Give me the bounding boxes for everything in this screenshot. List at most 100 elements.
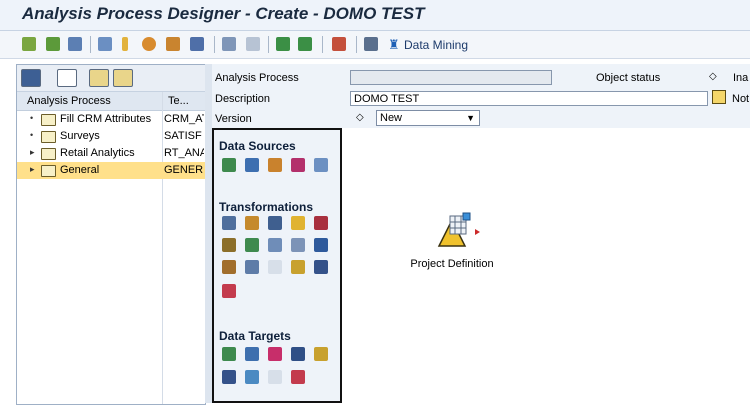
list-icon[interactable] [291, 238, 305, 252]
where-used-icon[interactable] [122, 37, 128, 51]
display-icon[interactable] [68, 37, 82, 51]
export-icon[interactable] [276, 37, 290, 51]
tree-item-label: General [60, 164, 100, 176]
import-icon[interactable] [298, 37, 312, 51]
clock-icon[interactable] [142, 37, 156, 51]
find-next-button[interactable] [113, 69, 133, 87]
transformations-heading: Transformations [219, 200, 314, 214]
clustering-icon[interactable] [314, 260, 328, 274]
target-database-icon[interactable] [245, 347, 259, 361]
folder-icon [41, 148, 56, 160]
description-label: Description [215, 93, 271, 105]
toolbar-separator [214, 36, 215, 53]
new-document-button[interactable] [57, 69, 77, 87]
sort-icon[interactable] [268, 238, 282, 252]
delete-icon[interactable] [222, 284, 236, 298]
variant-icon[interactable] [166, 37, 180, 51]
transpose-icon[interactable] [314, 216, 328, 230]
target-delete-icon[interactable] [291, 370, 305, 384]
analysis-process-label: Analysis Process [215, 72, 299, 84]
tree-item-technical-name: CRM_AT [164, 113, 204, 125]
target-chart-icon[interactable] [268, 370, 282, 384]
tree-header: Analysis Process Te... [17, 92, 205, 111]
tree-item-label: Retail Analytics [60, 147, 135, 159]
check-icon[interactable] [22, 37, 36, 51]
link-icon[interactable] [222, 37, 236, 51]
tree-toolbar [17, 65, 205, 92]
tree-item-label: Fill CRM Attributes [60, 113, 152, 125]
tree-item-surveys[interactable]: • Surveys SATISF [17, 128, 205, 145]
bullet-icon: • [30, 113, 34, 123]
activate-icon[interactable] [46, 37, 60, 51]
object-palette: Data Sources Transformations Data Target… [212, 128, 342, 403]
application-toolbar: ♜ Data Mining [0, 31, 750, 59]
target-model-icon[interactable] [222, 370, 236, 384]
database-table-icon[interactable] [268, 158, 282, 172]
analysis-process-field[interactable] [350, 70, 552, 85]
expand-arrow-icon[interactable]: ▸ [30, 147, 35, 158]
projection-icon[interactable] [268, 216, 282, 230]
aggregation-icon[interactable] [222, 238, 236, 252]
data-mining-icon[interactable]: ♜ [388, 37, 400, 53]
long-text-button[interactable] [712, 90, 726, 104]
filter-icon[interactable] [222, 216, 236, 230]
object-status-label: Object status [596, 72, 661, 84]
column-header-technical-name[interactable]: Te... [168, 95, 189, 107]
tree-item-technical-name: GENERI [164, 164, 204, 176]
tree-item-retail-analytics[interactable]: ▸ Retail Analytics RT_ANA [17, 145, 205, 162]
toolbar-separator [356, 36, 357, 53]
toolbar-separator [90, 36, 91, 53]
target-crm-icon[interactable] [291, 347, 305, 361]
object-status-value: Ina [733, 72, 749, 84]
refresh-button[interactable] [21, 69, 41, 87]
description-field[interactable]: DOMO TEST [350, 91, 708, 106]
description-suffix: Not [732, 93, 750, 105]
column-header-analysis-process[interactable]: Analysis Process [27, 95, 111, 107]
data-sources-heading: Data Sources [219, 139, 296, 153]
version-value: New [380, 112, 403, 124]
chevron-down-icon: ▼ [466, 113, 475, 123]
target-infoprovider-icon[interactable] [222, 347, 236, 361]
toolbar-separator [322, 36, 323, 53]
tree-item-label: Surveys [60, 130, 100, 142]
screen-icon[interactable] [190, 37, 204, 51]
query-icon[interactable] [291, 158, 305, 172]
splitter[interactable] [205, 64, 212, 403]
decision-tree-icon[interactable] [291, 260, 305, 274]
folder-icon [41, 114, 56, 126]
version-diamond-icon: ◇ [356, 112, 364, 123]
status-diamond-icon: ◇ [709, 71, 717, 82]
union-icon[interactable] [291, 216, 305, 230]
tree-item-fill-crm-attributes[interactable]: • Fill CRM Attributes CRM_AT [17, 111, 205, 128]
table-icon[interactable] [364, 37, 378, 51]
transport-icon[interactable] [332, 37, 346, 51]
target-network-icon[interactable] [245, 370, 259, 384]
prediction-icon[interactable] [245, 260, 259, 274]
folder-icon [41, 165, 56, 177]
version-dropdown[interactable]: New ▼ [376, 110, 480, 126]
join-icon[interactable] [245, 216, 259, 230]
window-title: Analysis Process Designer - Create - DOM… [22, 4, 425, 23]
abap-icon[interactable] [314, 238, 328, 252]
attribute-icon[interactable] [245, 158, 259, 172]
infoprovider-icon[interactable] [222, 158, 236, 172]
project-definition-node[interactable] [435, 212, 485, 250]
scoring-icon[interactable] [222, 260, 236, 274]
tree-item-technical-name: SATISF [164, 130, 202, 142]
regression-icon[interactable] [268, 260, 282, 274]
hierarchy-icon[interactable] [98, 37, 112, 51]
project-definition-icon [437, 212, 480, 247]
tree-item-technical-name: RT_ANA [164, 147, 204, 159]
data-targets-heading: Data Targets [219, 329, 291, 343]
target-query-icon[interactable] [268, 347, 282, 361]
target-hierarchy-icon[interactable] [314, 347, 328, 361]
expand-arrow-icon[interactable]: ▸ [30, 164, 35, 175]
routine-icon[interactable] [245, 238, 259, 252]
file-icon[interactable] [314, 158, 328, 172]
title-bar: Analysis Process Designer - Create - DOM… [0, 0, 750, 31]
find-button[interactable] [89, 69, 109, 87]
folder-icon [41, 131, 56, 143]
data-mining-button[interactable]: Data Mining [404, 38, 468, 52]
unlink-icon[interactable] [246, 37, 260, 51]
tree-item-general[interactable]: ▸ General GENERI [17, 162, 205, 179]
